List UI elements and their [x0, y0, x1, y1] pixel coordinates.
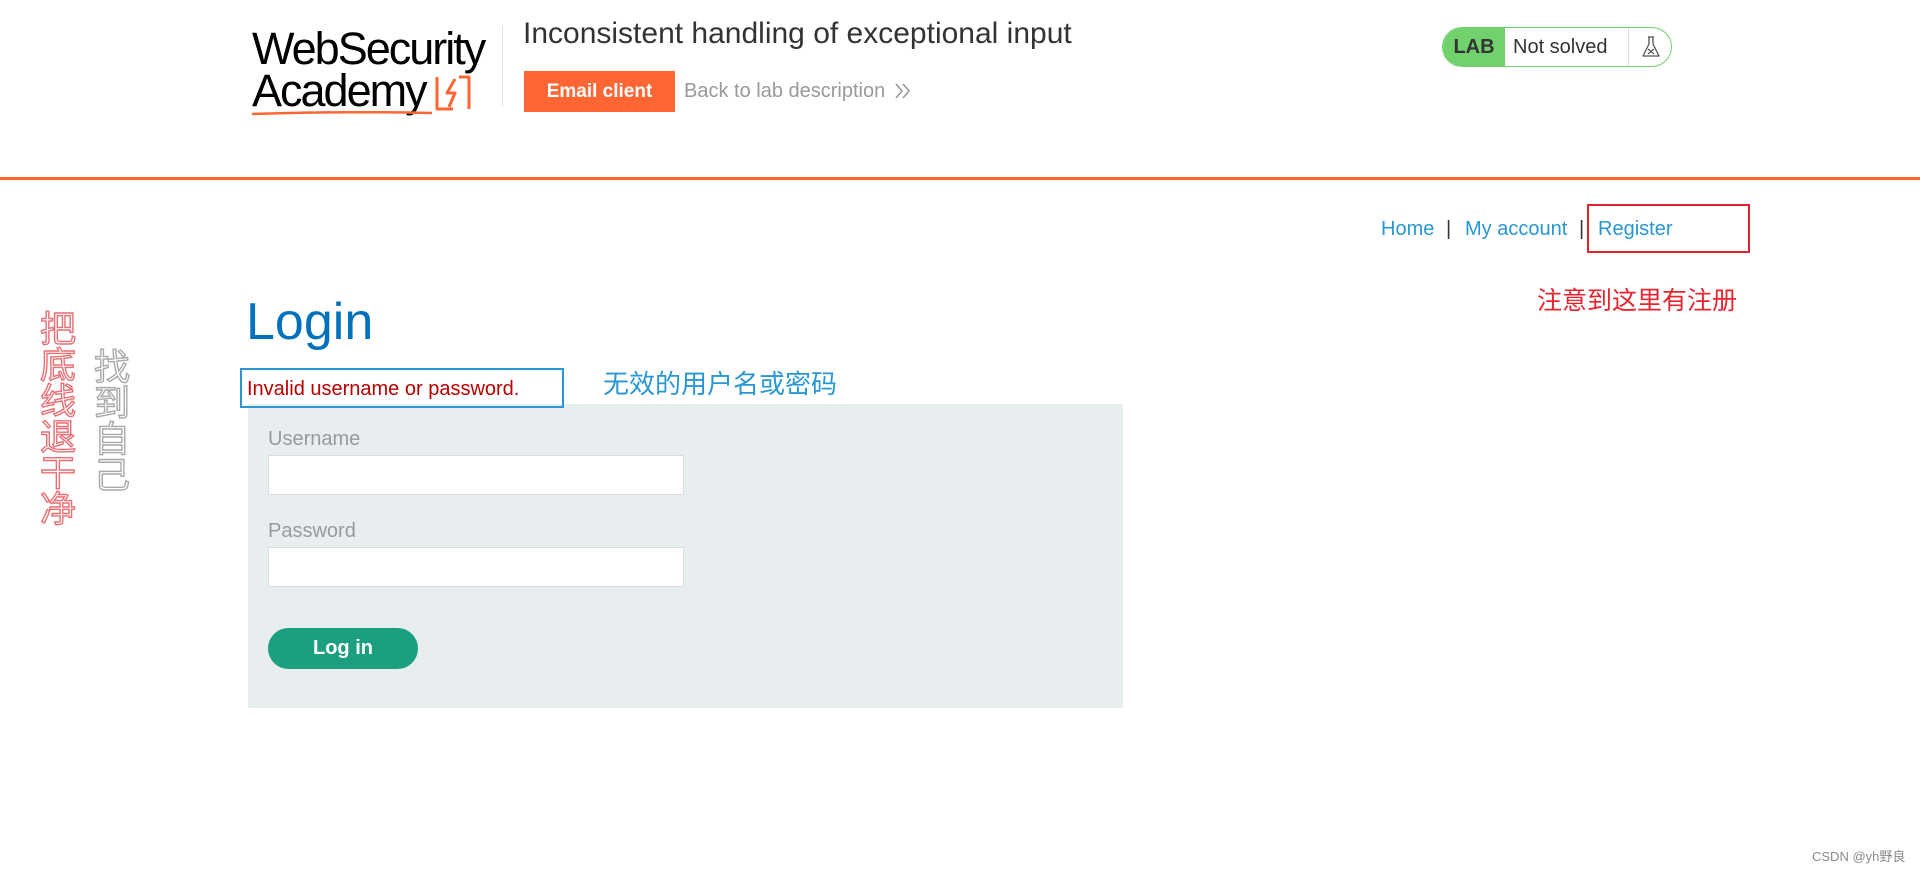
double-chevron-right-icon — [895, 83, 911, 99]
lab-status-widget: LAB Not solved — [1442, 27, 1672, 67]
username-input[interactable] — [268, 455, 684, 495]
academy-logo[interactable]: WebSecurity Academy — [250, 26, 500, 118]
logo-text-line2: Academy — [252, 65, 428, 116]
nav-separator: | — [1446, 218, 1452, 240]
login-button[interactable]: Log in — [268, 628, 418, 669]
register-highlight-box — [1587, 204, 1750, 253]
error-annotation: 无效的用户名或密码 — [603, 370, 838, 400]
watermark: CSDN @yh野良 — [1812, 849, 1906, 864]
register-annotation: 注意到这里有注册 — [1537, 286, 1738, 315]
vertical-annotation-gray: 找到自己 — [87, 347, 129, 492]
lab-title: Inconsistent handling of exceptional inp… — [523, 17, 1072, 50]
password-label: Password — [268, 520, 356, 542]
nav-my-account[interactable]: My account — [1465, 218, 1567, 241]
logo-bolt-icon — [435, 75, 471, 111]
nav-separator: | — [1579, 218, 1585, 240]
vertical-annotation-red: 把底线退干净 — [33, 309, 75, 526]
username-label: Username — [268, 428, 361, 450]
flask-button[interactable] — [1628, 28, 1671, 66]
page-title: Login — [246, 293, 374, 351]
error-message: Invalid username or password. — [247, 378, 520, 400]
password-input[interactable] — [268, 547, 684, 587]
lab-status-text: Not solved — [1513, 36, 1608, 58]
logo-underline — [251, 110, 433, 116]
lab-badge: LAB — [1443, 28, 1505, 66]
email-client-button[interactable]: Email client — [524, 71, 675, 112]
header-divider — [502, 26, 503, 106]
nav-home[interactable]: Home — [1381, 218, 1434, 241]
back-to-lab-link[interactable]: Back to lab description — [684, 80, 885, 103]
flask-icon — [1642, 36, 1660, 57]
header-rule — [0, 177, 1920, 180]
page: WebSecurity Academy Inconsistent handlin… — [0, 0, 1920, 871]
